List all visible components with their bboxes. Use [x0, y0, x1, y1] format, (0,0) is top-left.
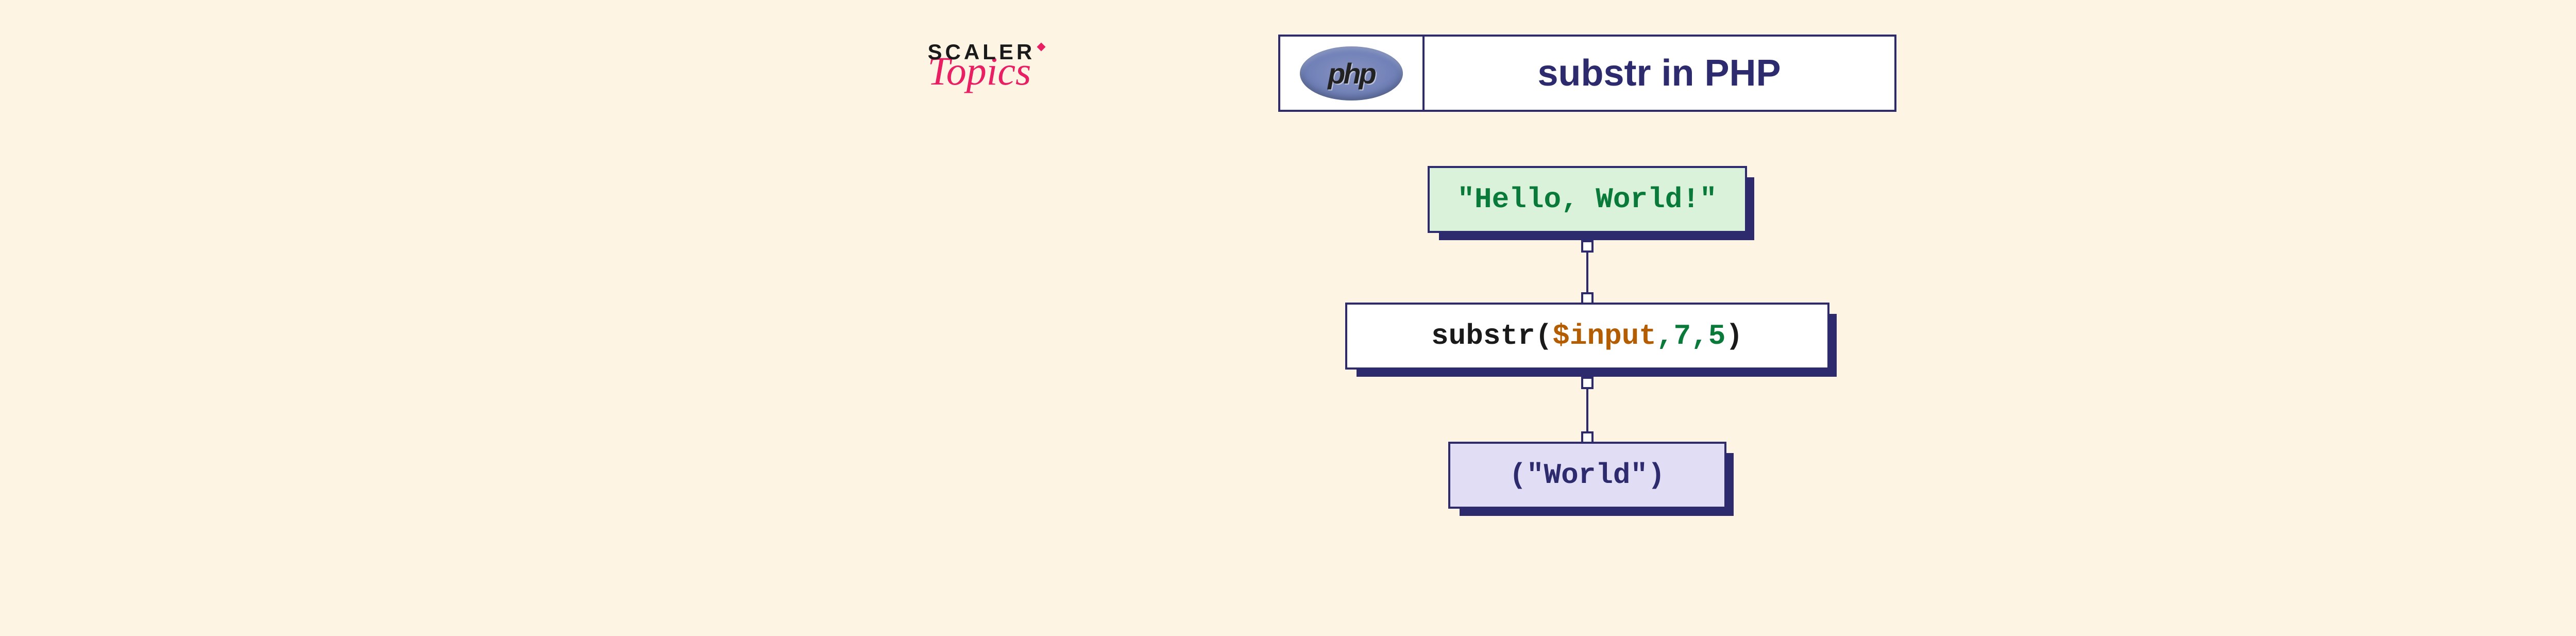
connector-peg-icon	[1581, 377, 1594, 389]
diagram-canvas: SCALER Topics php substr in PHP "Hello, …	[928, 35, 2164, 601]
php-logo-icon: php	[1300, 46, 1403, 101]
code-number-arg: 7	[1674, 320, 1691, 353]
input-string-literal: "Hello, World!"	[1430, 168, 1745, 231]
php-logo-cell: php	[1280, 37, 1425, 110]
logo-line-1: SCALER	[928, 40, 1036, 64]
code-variable: $input	[1552, 320, 1656, 353]
function-call-box: substr($input, 7, 5)	[1345, 303, 1829, 370]
code-paren-close: )	[1725, 320, 1743, 353]
code-separator: ,	[1656, 320, 1674, 353]
connector-func-to-output	[1586, 379, 1588, 442]
php-logo-text: php	[1328, 57, 1375, 90]
connector-input-to-func	[1586, 242, 1588, 303]
page-title: substr in PHP	[1425, 37, 1894, 110]
function-call-code: substr($input, 7, 5)	[1347, 305, 1827, 367]
title-bar: php substr in PHP	[1278, 35, 1896, 112]
output-result-box: ("World")	[1448, 442, 1726, 509]
input-string-box: "Hello, World!"	[1428, 166, 1747, 233]
output-result-value: ("World")	[1450, 444, 1724, 507]
connector-peg-icon	[1581, 240, 1594, 253]
code-separator: ,	[1691, 320, 1708, 353]
code-paren-open: (	[1535, 320, 1553, 353]
code-number-arg: 5	[1708, 320, 1726, 353]
code-function-name: substr	[1431, 320, 1535, 353]
scaler-topics-logo: SCALER Topics	[928, 40, 1036, 87]
